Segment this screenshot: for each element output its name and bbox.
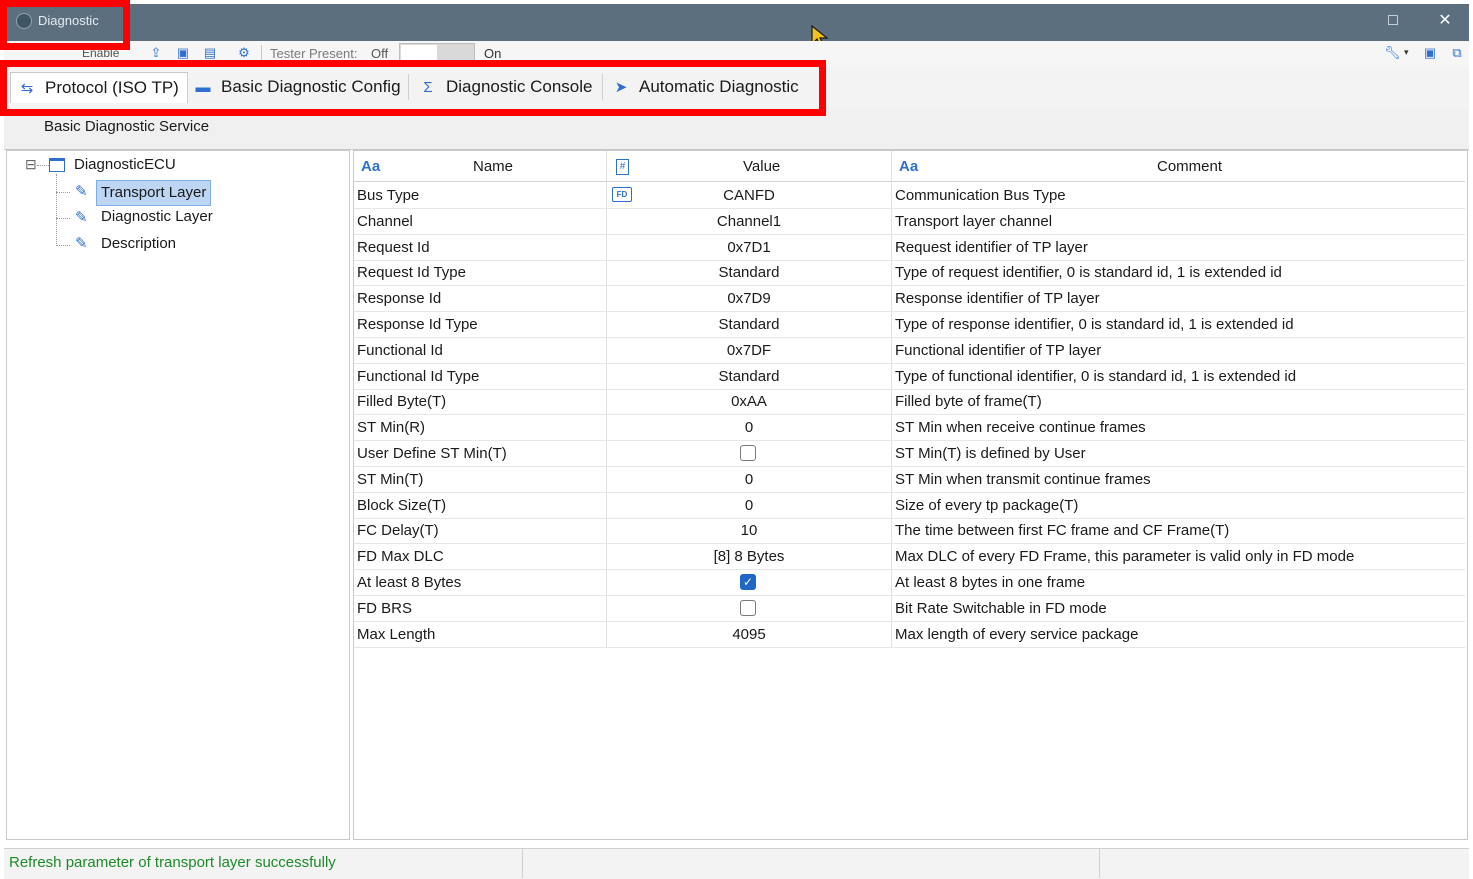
cell-name[interactable]: FD Max DLC xyxy=(357,544,444,569)
cell-value[interactable]: 10 xyxy=(607,518,891,543)
cell-comment[interactable]: ST Min when receive continue frames xyxy=(895,415,1146,440)
cell-name[interactable]: Max Length xyxy=(357,622,435,647)
cell-name[interactable]: Bus Type xyxy=(357,183,419,208)
window-close-icon[interactable]: ▣ xyxy=(1422,45,1438,61)
cell-name[interactable]: Request Id Type xyxy=(357,260,466,285)
tree-connector xyxy=(56,218,70,219)
cell-comment[interactable]: ST Min when transmit continue frames xyxy=(895,467,1151,492)
edit-icon: ✎ xyxy=(75,209,88,226)
cell-name[interactable]: At least 8 Bytes xyxy=(357,570,461,595)
cell-comment[interactable]: Type of functional identifier, 0 is stan… xyxy=(895,364,1296,389)
cell-value[interactable]: 4095 xyxy=(607,622,891,647)
cell-value[interactable]: 0 xyxy=(607,415,891,440)
cell-comment[interactable]: Filled byte of frame(T) xyxy=(895,389,1042,414)
highlight-box-title xyxy=(0,0,130,50)
maximize-button[interactable]: □ xyxy=(1376,6,1410,36)
cell-checkbox[interactable]: ✓ xyxy=(740,574,756,590)
cell-comment[interactable]: Transport layer channel xyxy=(895,209,1052,234)
off-label: Off xyxy=(371,46,389,61)
cell-value[interactable]: 0 xyxy=(607,493,891,518)
cell-checkbox[interactable] xyxy=(740,445,756,461)
close-button[interactable]: ✕ xyxy=(1428,6,1462,36)
status-divider xyxy=(522,849,523,878)
section-title: Basic Diagnostic Service xyxy=(44,118,210,135)
cell-value[interactable]: 0x7D1 xyxy=(607,235,891,260)
cell-comment[interactable]: ST Min(T) is defined by User xyxy=(895,441,1086,466)
tree-item-transport-layer[interactable]: Transport Layer xyxy=(96,180,212,206)
cell-comment[interactable]: At least 8 bytes in one frame xyxy=(895,570,1085,595)
cell-name[interactable]: User Define ST Min(T) xyxy=(357,441,507,466)
cell-comment[interactable]: Type of response identifier, 0 is standa… xyxy=(895,312,1294,337)
column-divider xyxy=(891,151,892,648)
text-type-icon: Aa xyxy=(899,158,919,175)
cell-checkbox[interactable] xyxy=(740,600,756,616)
cell-value[interactable]: Standard xyxy=(607,260,891,285)
tree-item-diagnostic-layer[interactable]: Diagnostic Layer xyxy=(101,208,213,225)
save-all-icon[interactable]: ▤ xyxy=(202,45,218,61)
cell-name[interactable]: ST Min(T) xyxy=(357,467,423,492)
cell-value[interactable]: 0 xyxy=(607,467,891,492)
tree-connector xyxy=(56,245,70,246)
cell-value[interactable]: Standard xyxy=(607,364,891,389)
cell-value[interactable]: Channel1 xyxy=(607,209,891,234)
highlight-box-tabs xyxy=(0,60,826,116)
window-titlebar xyxy=(4,4,1469,41)
cell-value[interactable]: 0xAA xyxy=(607,389,891,414)
cell-name[interactable]: Response Id Type xyxy=(357,312,478,337)
cell-comment[interactable]: Communication Bus Type xyxy=(895,183,1066,208)
cell-name[interactable]: ST Min(R) xyxy=(357,415,425,440)
status-message: Refresh parameter of transport layer suc… xyxy=(9,854,336,871)
row-divider xyxy=(354,647,1465,648)
status-divider xyxy=(1099,849,1100,878)
tester-present-label: Tester Present: xyxy=(270,46,358,61)
cell-name[interactable]: FC Delay(T) xyxy=(357,518,439,543)
wrench-icon[interactable]: 🔧︎ xyxy=(1384,45,1401,61)
tree-connector xyxy=(56,174,58,246)
cell-comment[interactable]: The time between first FC frame and CF F… xyxy=(895,518,1229,543)
tree-panel xyxy=(6,150,350,840)
save-icon[interactable]: ▣ xyxy=(175,45,191,61)
column-header-comment[interactable]: Comment xyxy=(1157,153,1222,181)
tree-root-ecu[interactable]: DiagnosticECU xyxy=(74,156,176,173)
dropdown-arrow-icon[interactable]: ▾ xyxy=(1404,47,1409,58)
import-icon[interactable]: ⇪ xyxy=(148,45,164,61)
cell-value[interactable]: 0x7D9 xyxy=(607,286,891,311)
cell-name[interactable]: Functional Id Type xyxy=(357,364,479,389)
numeric-type-icon: # xyxy=(616,159,629,175)
cell-value[interactable]: [8] 8 Bytes xyxy=(607,544,891,569)
cell-name[interactable]: Channel xyxy=(357,209,413,234)
cell-comment[interactable]: Request identifier of TP layer xyxy=(895,235,1088,260)
cell-comment[interactable]: Type of request identifier, 0 is standar… xyxy=(895,260,1282,285)
edit-icon: ✎ xyxy=(75,183,88,200)
ecu-icon xyxy=(49,158,65,172)
toggle-knob xyxy=(401,45,437,61)
tree-connector xyxy=(56,192,70,193)
edit-icon: ✎ xyxy=(75,235,88,252)
cell-comment[interactable]: Response identifier of TP layer xyxy=(895,286,1100,311)
cell-comment[interactable]: Functional identifier of TP layer xyxy=(895,338,1101,363)
column-header-value[interactable]: Value xyxy=(743,153,780,181)
cell-name[interactable]: Filled Byte(T) xyxy=(357,389,446,414)
cell-comment[interactable]: Max length of every service package xyxy=(895,622,1138,647)
search-config-icon[interactable]: ⚙ xyxy=(236,45,252,61)
cell-value[interactable]: Standard xyxy=(607,312,891,337)
on-label: On xyxy=(484,46,502,61)
cell-name[interactable]: Response Id xyxy=(357,286,441,311)
fd-icon: FD xyxy=(612,187,632,202)
cell-name[interactable]: Block Size(T) xyxy=(357,493,446,518)
tree-item-description[interactable]: Description xyxy=(101,235,176,252)
expand-collapse-icon[interactable]: ⊟ xyxy=(25,156,37,173)
column-header-name[interactable]: Name xyxy=(473,153,513,181)
tree-connector xyxy=(37,165,49,167)
cell-name[interactable]: Request Id xyxy=(357,235,430,260)
cell-comment[interactable]: Size of every tp package(T) xyxy=(895,493,1078,518)
cell-name[interactable]: Functional Id xyxy=(357,338,443,363)
cell-comment[interactable]: Max DLC of every FD Frame, this paramete… xyxy=(895,544,1354,569)
cell-value[interactable]: CANFD xyxy=(607,183,891,208)
cell-value[interactable]: 0x7DF xyxy=(607,338,891,363)
popout-icon[interactable]: ⧉ xyxy=(1449,45,1465,61)
text-type-icon: Aa xyxy=(361,158,381,175)
cell-name[interactable]: FD BRS xyxy=(357,596,412,621)
cell-comment[interactable]: Bit Rate Switchable in FD mode xyxy=(895,596,1107,621)
